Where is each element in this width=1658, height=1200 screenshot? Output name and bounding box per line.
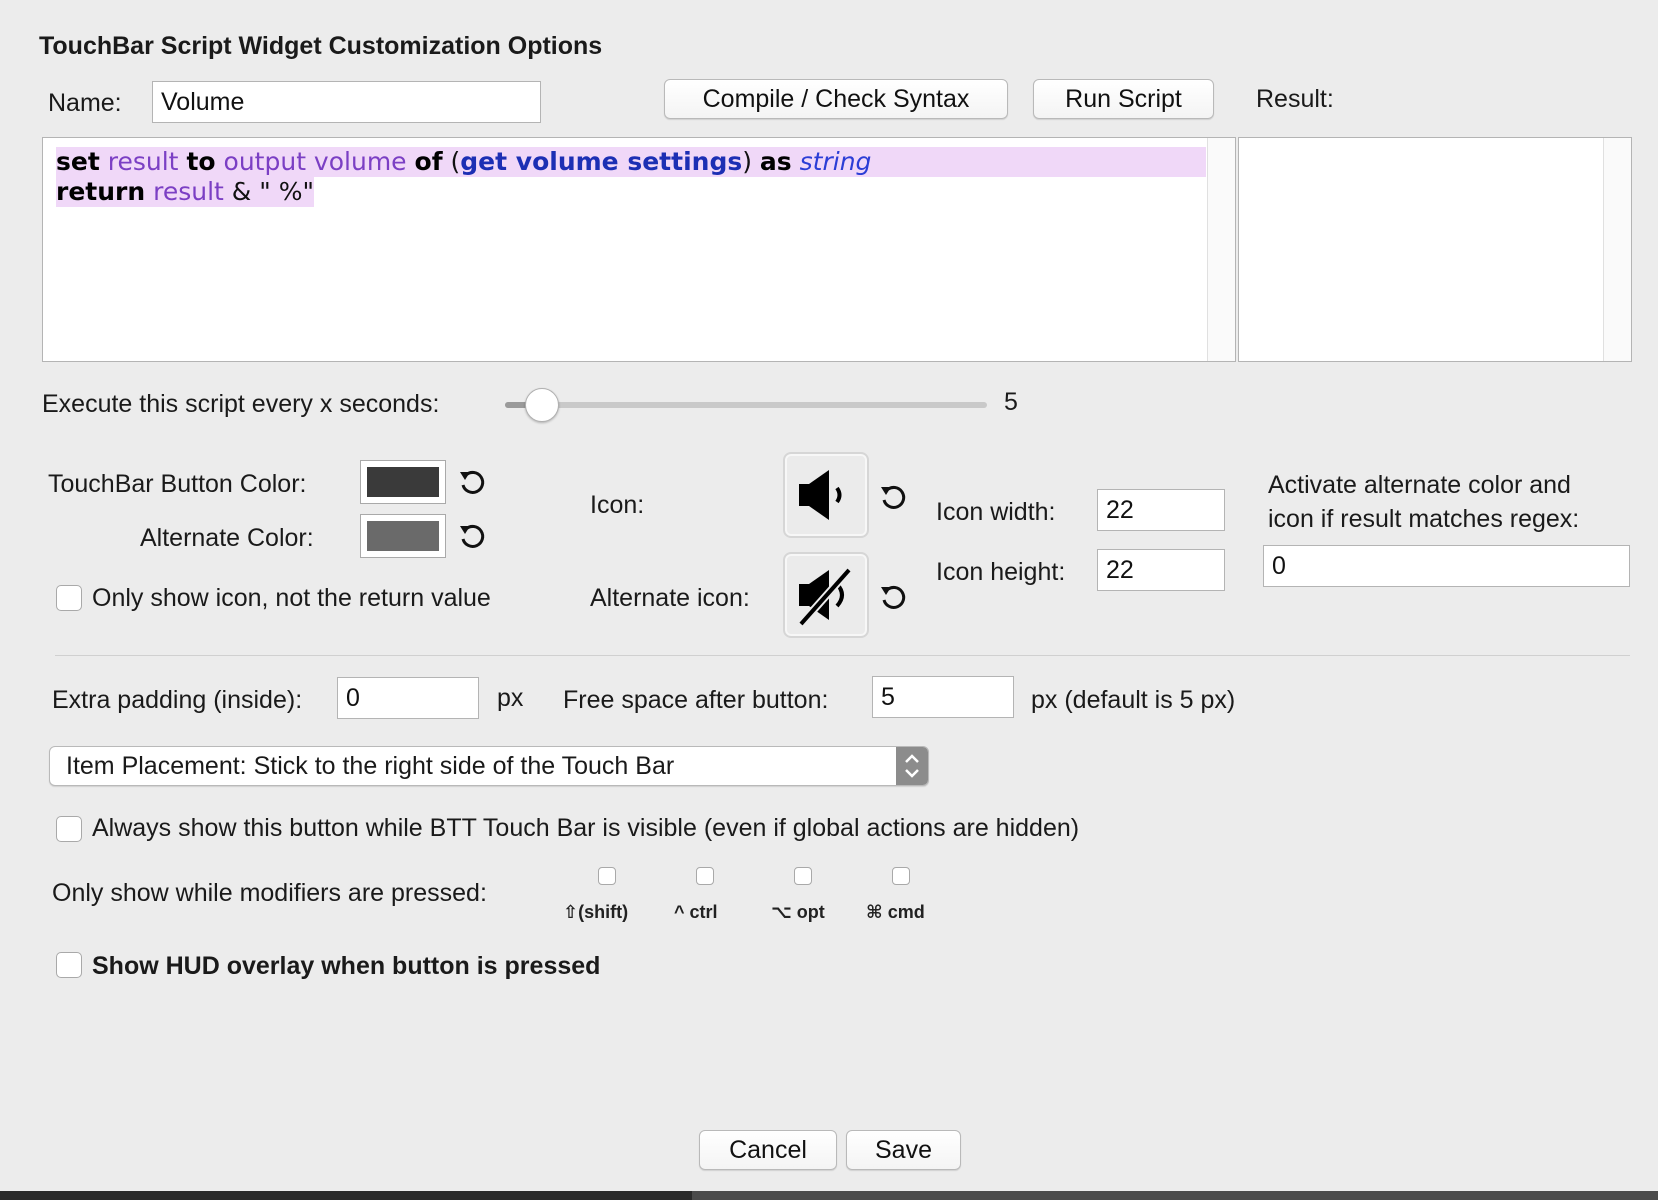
script-token: get volume settings bbox=[460, 147, 743, 176]
alternate-color-well[interactable] bbox=[360, 514, 446, 558]
script-token bbox=[407, 147, 415, 176]
free-space-unit: px (default is 5 px) bbox=[1031, 686, 1236, 714]
icon-height-label: Icon height: bbox=[936, 558, 1066, 586]
modifier-shift-checkbox[interactable] bbox=[598, 867, 616, 885]
placement-selected: Item Placement: Stick to the right side … bbox=[66, 752, 675, 780]
button-color-swatch bbox=[367, 467, 439, 497]
script-line-1: set result to output volume of (get volu… bbox=[56, 147, 1206, 177]
script-token: & " %" bbox=[223, 177, 314, 206]
placement-popup[interactable]: Item Placement: Stick to the right side … bbox=[49, 746, 929, 786]
icon-width-input[interactable] bbox=[1097, 489, 1225, 531]
alternate-icon-well[interactable] bbox=[783, 552, 869, 638]
window-bottom-edge-segment bbox=[692, 1191, 1658, 1200]
always-show-checkbox[interactable] bbox=[56, 816, 82, 842]
result-scrollbar[interactable] bbox=[1603, 138, 1631, 361]
speaker-volume-icon bbox=[799, 470, 842, 520]
script-token: string bbox=[799, 147, 872, 176]
speaker-muted-icon bbox=[798, 567, 852, 626]
script-editor-scrollbar[interactable] bbox=[1207, 138, 1235, 361]
modifier-ctrl-checkbox[interactable] bbox=[696, 867, 714, 885]
only-icon-label: Only show icon, not the return value bbox=[92, 584, 491, 612]
interval-slider-track[interactable] bbox=[505, 402, 987, 408]
regex-label-line1: Activate alternate color and bbox=[1268, 471, 1571, 499]
modifier-opt-checkbox[interactable] bbox=[794, 867, 812, 885]
icon-label: Icon: bbox=[590, 491, 645, 519]
save-button[interactable]: Save bbox=[846, 1130, 961, 1170]
name-label: Name: bbox=[48, 89, 122, 117]
script-token: return bbox=[56, 177, 146, 206]
popup-stepper[interactable] bbox=[896, 747, 928, 785]
interval-slider-knob[interactable] bbox=[524, 388, 559, 422]
regex-label-line2: icon if result matches regex: bbox=[1268, 505, 1580, 533]
script-token: as bbox=[759, 147, 792, 176]
modifier-ctrl-label: ^ ctrl bbox=[674, 902, 718, 922]
script-token: ) bbox=[742, 147, 760, 176]
script-line-2: return result & " %" bbox=[56, 177, 314, 207]
reset-alternate-color-icon[interactable] bbox=[457, 521, 487, 551]
script-token bbox=[216, 147, 224, 176]
script-editor[interactable]: set result to output volume of (get volu… bbox=[42, 137, 1236, 362]
cancel-button[interactable]: Cancel bbox=[699, 1130, 837, 1170]
modifiers-label: Only show while modifiers are pressed: bbox=[52, 879, 487, 907]
hud-checkbox[interactable] bbox=[56, 952, 82, 978]
script-token: ( bbox=[442, 147, 461, 176]
script-token: set bbox=[56, 147, 100, 176]
alternate-color-label: Alternate Color: bbox=[140, 524, 314, 552]
reset-alternate-icon-icon[interactable] bbox=[878, 582, 908, 612]
window-title: TouchBar Script Widget Customization Opt… bbox=[39, 32, 603, 60]
reset-icon-icon[interactable] bbox=[878, 482, 908, 512]
padding-input[interactable] bbox=[337, 677, 479, 719]
button-color-label: TouchBar Button Color: bbox=[48, 470, 307, 498]
only-icon-checkbox[interactable] bbox=[56, 585, 82, 611]
icon-height-input[interactable] bbox=[1097, 549, 1225, 591]
compile-button[interactable]: Compile / Check Syntax bbox=[664, 79, 1008, 119]
interval-label: Execute this script every x seconds: bbox=[42, 390, 440, 418]
script-token: of bbox=[414, 147, 443, 176]
icon-width-label: Icon width: bbox=[936, 498, 1056, 526]
modifier-opt-label: ⌥ opt bbox=[771, 902, 825, 922]
script-token bbox=[145, 177, 153, 206]
result-label: Result: bbox=[1256, 85, 1334, 113]
script-token: result bbox=[107, 147, 179, 176]
run-script-button[interactable]: Run Script bbox=[1033, 79, 1214, 119]
regex-input[interactable] bbox=[1263, 545, 1630, 587]
free-space-label: Free space after button: bbox=[563, 686, 829, 714]
modifier-cmd-checkbox[interactable] bbox=[892, 867, 910, 885]
padding-label: Extra padding (inside): bbox=[52, 686, 303, 714]
hud-label: Show HUD overlay when button is pressed bbox=[92, 952, 601, 980]
name-input[interactable] bbox=[152, 81, 541, 123]
script-token: result bbox=[153, 177, 224, 206]
chevron-updown-icon bbox=[905, 754, 919, 778]
interval-value: 5 bbox=[1004, 388, 1018, 416]
script-token bbox=[100, 147, 108, 176]
modifier-cmd-label: ⌘ cmd bbox=[866, 902, 925, 922]
padding-unit: px bbox=[497, 684, 524, 712]
section-divider bbox=[55, 655, 1630, 656]
script-token: output volume bbox=[223, 147, 407, 176]
modifier-shift-label: ⇧(shift) bbox=[563, 902, 629, 922]
result-output bbox=[1238, 137, 1632, 362]
script-token: to bbox=[186, 147, 216, 176]
icon-well[interactable] bbox=[783, 452, 869, 538]
alternate-icon-label: Alternate icon: bbox=[590, 584, 750, 612]
script-token bbox=[792, 147, 800, 176]
alternate-color-swatch bbox=[367, 521, 439, 551]
free-space-input[interactable] bbox=[872, 676, 1014, 718]
always-show-label: Always show this button while BTT Touch … bbox=[92, 814, 1080, 842]
reset-button-color-icon[interactable] bbox=[457, 467, 487, 497]
button-color-well[interactable] bbox=[360, 460, 446, 504]
